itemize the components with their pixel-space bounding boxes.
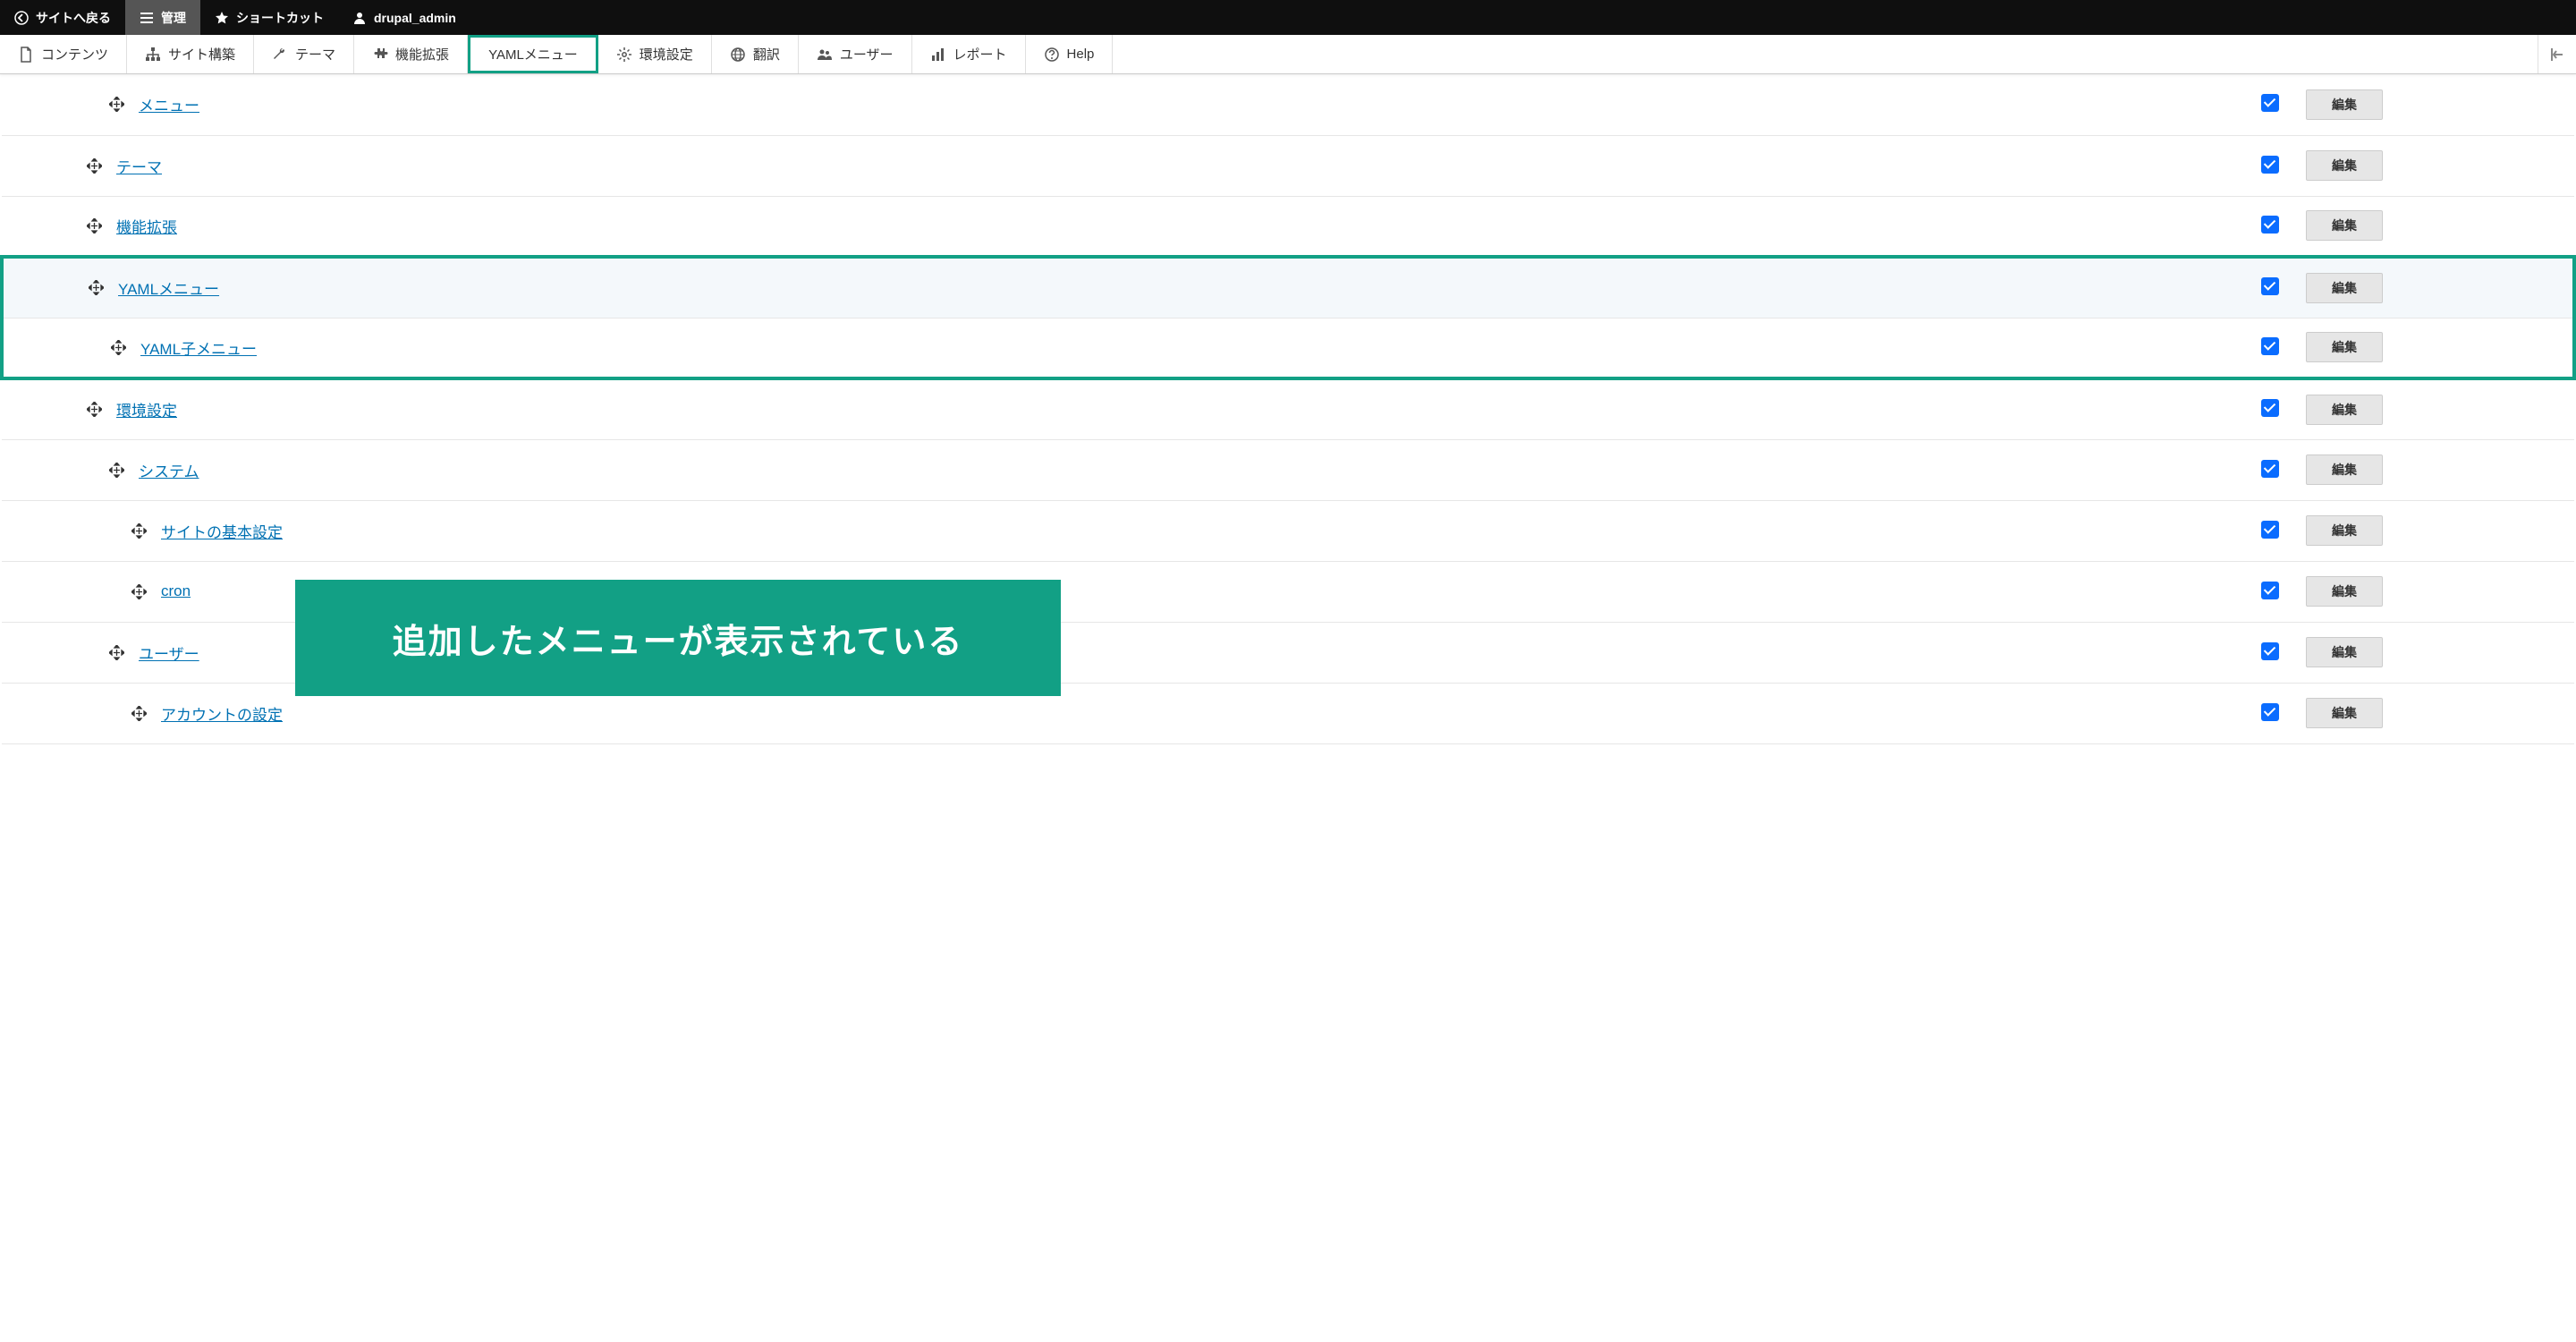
table-row: 機能拡張 編集 — [2, 196, 2574, 257]
back-label: サイトへ戻る — [36, 9, 111, 27]
sitemap-icon — [145, 47, 161, 63]
puzzle-icon — [372, 47, 388, 63]
people-icon — [817, 47, 833, 63]
table-row: システム 編集 — [2, 439, 2574, 500]
menu-link[interactable]: cron — [161, 582, 191, 600]
table-row: 環境設定 編集 — [2, 378, 2574, 439]
orientation-toggle[interactable] — [2538, 35, 2576, 73]
drag-handle-icon[interactable] — [87, 402, 102, 417]
edit-button[interactable]: 編集 — [2306, 273, 2383, 303]
edit-button[interactable]: 編集 — [2306, 576, 2383, 607]
menu-link[interactable]: テーマ — [116, 155, 162, 177]
drag-handle-icon[interactable] — [87, 158, 102, 174]
menu-link[interactable]: 機能拡張 — [116, 215, 177, 237]
drag-handle-icon[interactable] — [131, 584, 147, 599]
nav-translate[interactable]: 翻訳 — [712, 35, 799, 73]
shortcuts[interactable]: ショートカット — [200, 0, 338, 35]
arrow-left-icon — [2549, 47, 2565, 63]
gear-icon — [616, 47, 632, 63]
menu-link[interactable]: 環境設定 — [116, 398, 177, 420]
menu-link[interactable]: ユーザー — [139, 641, 199, 664]
drag-handle-icon[interactable] — [89, 280, 104, 295]
manage-label: 管理 — [161, 9, 186, 27]
edit-button[interactable]: 編集 — [2306, 395, 2383, 425]
edit-button[interactable]: 編集 — [2306, 637, 2383, 667]
table-row: YAML子メニュー 編集 — [2, 318, 2574, 378]
enabled-checkbox[interactable] — [2261, 642, 2279, 660]
enabled-checkbox[interactable] — [2261, 156, 2279, 174]
edit-button[interactable]: 編集 — [2306, 698, 2383, 728]
menu-link[interactable]: アカウントの設定 — [161, 702, 283, 725]
edit-button[interactable]: 編集 — [2306, 332, 2383, 362]
nav-help[interactable]: Help — [1026, 35, 1114, 73]
secondary-nav: コンテンツ サイト構築 テーマ 機能拡張 YAMLメニュー 環境設定 翻訳 ユー… — [0, 35, 2576, 74]
user-label: drupal_admin — [374, 11, 456, 25]
drag-handle-icon[interactable] — [131, 706, 147, 721]
edit-button[interactable]: 編集 — [2306, 89, 2383, 120]
annotation-overlay: 追加したメニューが表示されている — [295, 580, 1061, 696]
edit-button[interactable]: 編集 — [2306, 515, 2383, 546]
enabled-checkbox[interactable] — [2261, 582, 2279, 599]
document-icon — [18, 47, 34, 63]
edit-button[interactable]: 編集 — [2306, 210, 2383, 241]
drag-handle-icon[interactable] — [87, 218, 102, 234]
nav-yaml-menu[interactable]: YAMLメニュー — [468, 35, 598, 73]
back-to-site[interactable]: サイトへ戻る — [0, 0, 125, 35]
table-row: メニュー 編集 — [2, 74, 2574, 135]
enabled-checkbox[interactable] — [2261, 460, 2279, 478]
menu-link[interactable]: YAML子メニュー — [140, 336, 257, 359]
admin-toolbar: サイトへ戻る 管理 ショートカット drupal_admin — [0, 0, 2576, 35]
drag-handle-icon[interactable] — [131, 523, 147, 539]
star-icon — [215, 11, 229, 25]
drag-handle-icon[interactable] — [111, 340, 126, 355]
user-menu[interactable]: drupal_admin — [338, 0, 470, 35]
nav-reports[interactable]: レポート — [912, 35, 1026, 73]
enabled-checkbox[interactable] — [2261, 337, 2279, 355]
table-row: サイトの基本設定 編集 — [2, 500, 2574, 561]
hamburger-icon — [140, 11, 154, 25]
enabled-checkbox[interactable] — [2261, 216, 2279, 234]
nav-extend[interactable]: 機能拡張 — [354, 35, 468, 73]
table-row: YAMLメニュー 編集 — [2, 257, 2574, 318]
edit-button[interactable]: 編集 — [2306, 454, 2383, 485]
chart-icon — [930, 47, 946, 63]
enabled-checkbox[interactable] — [2261, 521, 2279, 539]
nav-config[interactable]: 環境設定 — [598, 35, 712, 73]
menu-link[interactable]: サイトの基本設定 — [161, 520, 283, 542]
drag-handle-icon[interactable] — [109, 97, 124, 112]
nav-people[interactable]: ユーザー — [799, 35, 912, 73]
edit-button[interactable]: 編集 — [2306, 150, 2383, 181]
content: メニュー編集テーマ編集機能拡張編集YAMLメニュー編集YAML子メニュー編集環境… — [0, 74, 2576, 744]
menu-link[interactable]: YAMLメニュー — [118, 276, 219, 299]
shortcuts-label: ショートカット — [236, 9, 324, 27]
nav-structure[interactable]: サイト構築 — [127, 35, 254, 73]
nav-content[interactable]: コンテンツ — [0, 35, 127, 73]
back-icon — [14, 11, 29, 25]
enabled-checkbox[interactable] — [2261, 277, 2279, 295]
enabled-checkbox[interactable] — [2261, 94, 2279, 112]
enabled-checkbox[interactable] — [2261, 399, 2279, 417]
user-icon — [352, 11, 367, 25]
drag-handle-icon[interactable] — [109, 463, 124, 478]
drag-handle-icon[interactable] — [109, 645, 124, 660]
globe-icon — [730, 47, 746, 63]
menu-link[interactable]: システム — [139, 459, 199, 481]
manage-toggle[interactable]: 管理 — [125, 0, 200, 35]
table-row: テーマ 編集 — [2, 135, 2574, 196]
wrench-icon — [272, 47, 288, 63]
help-icon — [1044, 47, 1060, 63]
menu-link[interactable]: メニュー — [139, 93, 199, 115]
enabled-checkbox[interactable] — [2261, 703, 2279, 721]
nav-theme[interactable]: テーマ — [254, 35, 354, 73]
